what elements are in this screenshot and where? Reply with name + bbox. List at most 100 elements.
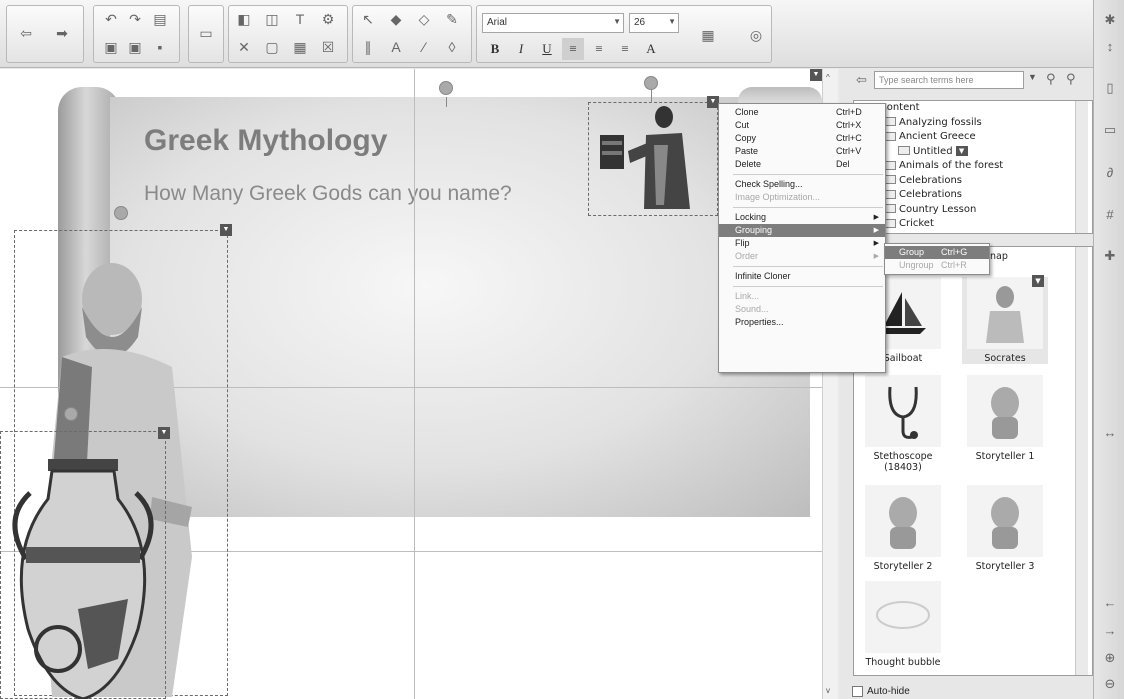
undo-icon[interactable]: ↶ <box>100 8 122 30</box>
screen-icon[interactable]: ▢ <box>261 36 283 58</box>
search-input[interactable]: Type search terms here <box>874 71 1024 89</box>
library-scrollbar[interactable] <box>1075 247 1088 675</box>
page-title[interactable]: Greek Mythology <box>144 124 387 158</box>
menu-item-check-spelling[interactable]: Check Spelling... <box>719 178 885 191</box>
settings-icon[interactable]: ✱ <box>1098 8 1122 32</box>
new-page-icon[interactable]: ▣ <box>100 36 122 58</box>
menu-item-infinite-cloner[interactable]: Infinite Cloner <box>719 270 885 283</box>
font-select[interactable]: Arial ▼ <box>482 13 624 33</box>
chevron-down-icon[interactable]: ▼ <box>955 145 968 156</box>
chevron-up-icon[interactable]: ^ <box>826 73 830 82</box>
menu-item-flip[interactable]: Flip ▶ <box>719 237 885 250</box>
flipchart-canvas[interactable]: Greek Mythology How Many Greek Gods can … <box>0 69 822 699</box>
tree-item[interactable]: Analyzing fossils <box>854 116 1092 131</box>
tree-scrollbar[interactable] <box>1075 101 1088 233</box>
object-menu-icon[interactable]: ▼ <box>1032 275 1044 287</box>
redo-icon[interactable]: ↷ <box>124 8 146 30</box>
tree-item[interactable]: Celebrations <box>854 188 1092 203</box>
italic-button[interactable]: I <box>510 38 532 60</box>
autohide-checkbox[interactable] <box>852 686 863 697</box>
line-icon[interactable]: ∕ <box>413 36 435 58</box>
align-center-button[interactable]: ≡ <box>588 38 610 60</box>
menu-item-copy[interactable]: Copy Ctrl+C <box>719 132 885 145</box>
rotate-handle[interactable] <box>439 81 453 95</box>
select-arrow-icon[interactable]: ↖ <box>357 8 379 30</box>
pen-icon[interactable]: ✎ <box>441 8 463 30</box>
page-icon[interactable]: ◧ <box>233 8 255 30</box>
menu-item-grouping[interactable]: Grouping ▶ <box>719 224 885 237</box>
library-item-socrates[interactable]: Socrates ▼ <box>962 275 1048 364</box>
text-tool-icon[interactable]: T <box>289 8 311 30</box>
greek-vase-image[interactable] <box>8 459 158 699</box>
bold-button[interactable]: B <box>484 38 506 60</box>
font-size-select[interactable]: 26 ▼ <box>629 13 679 33</box>
fill-icon[interactable]: ◆ <box>385 8 407 30</box>
advanced-search-icon[interactable]: ⚲ <box>1066 71 1076 87</box>
save-icon[interactable]: ▪ <box>149 36 171 58</box>
menu-item-locking[interactable]: Locking ▶ <box>719 211 885 224</box>
forward-arrow-icon[interactable]: ➡ <box>51 22 73 44</box>
text-size-button[interactable]: A <box>640 38 662 60</box>
gallery-icon[interactable]: ▭ <box>1098 118 1122 142</box>
autohide-option[interactable]: Auto-hide <box>852 686 910 697</box>
menu-item-delete[interactable]: Delete Del <box>719 158 885 171</box>
resize-vertical-icon[interactable]: ↕ <box>1098 34 1122 58</box>
prev-page-icon[interactable]: ← <box>1098 590 1122 614</box>
search-icon[interactable]: ⚲ <box>1046 71 1056 87</box>
page-subtitle[interactable]: How Many Greek Gods can you name? <box>144 182 512 206</box>
underline-button[interactable]: U <box>536 38 558 60</box>
menu-item-clone[interactable]: Clone Ctrl+D <box>719 106 885 119</box>
magic-icon[interactable]: ⚙ <box>317 8 339 30</box>
tree-item[interactable]: Animals of the forest <box>854 159 1092 174</box>
remove-page-icon[interactable]: ⊖ <box>1098 672 1122 696</box>
link-icon[interactable]: ∂ <box>1098 160 1122 184</box>
tree-item[interactable]: Cricket <box>854 217 1092 232</box>
rotate-handle[interactable] <box>644 76 658 90</box>
library-item-storyteller-3[interactable]: Storyteller 3 <box>962 485 1048 572</box>
align-right-button[interactable]: ≡ <box>614 38 636 60</box>
properties-icon[interactable]: ◎ <box>745 24 767 46</box>
expand-icon[interactable]: ↔ <box>1098 420 1122 444</box>
tree-item[interactable]: My Content <box>854 101 1092 116</box>
close-box-icon[interactable]: ☒ <box>317 36 339 58</box>
tree-item[interactable]: Country Lesson <box>854 203 1092 218</box>
delete-icon[interactable]: ✕ <box>233 36 255 58</box>
eraser-icon[interactable]: ◇ <box>413 8 435 30</box>
add-page-icon[interactable]: ⊕ <box>1098 646 1122 670</box>
marker-icon[interactable]: ∥ <box>357 36 379 58</box>
library-item-stethoscope[interactable]: Stethoscope (18403) <box>860 375 946 473</box>
color-grid-icon[interactable]: ▦ <box>697 24 719 46</box>
menu-item-cut[interactable]: Cut Ctrl+X <box>719 119 885 132</box>
puzzle-icon[interactable]: ✚ <box>1098 244 1122 268</box>
media-icon[interactable]: ◫ <box>261 8 283 30</box>
table-icon[interactable]: ▦ <box>289 36 311 58</box>
chevron-down-icon[interactable]: v <box>826 686 830 695</box>
shape-eraser-icon[interactable]: ◊ <box>441 36 463 58</box>
back-icon[interactable]: ⇦ <box>856 72 867 88</box>
page-sorter-icon[interactable]: ▯ <box>1098 76 1122 100</box>
library-item-thought-bubble[interactable]: Thought bubble <box>860 581 946 668</box>
object-menu-icon[interactable]: ▼ <box>810 69 822 81</box>
tree-item[interactable]: Untitled ▼ <box>854 145 1092 160</box>
chevron-down-icon[interactable]: ▼ <box>1028 72 1037 82</box>
object-menu-icon[interactable]: ▼ <box>158 427 170 439</box>
library-item-storyteller-1[interactable]: Storyteller 1 <box>962 375 1048 462</box>
copy-page-icon[interactable]: ▣ <box>124 36 146 58</box>
library-item-storyteller-2[interactable]: Storyteller 2 <box>860 485 946 572</box>
resources-icon[interactable]: # <box>1098 202 1122 226</box>
print-icon[interactable]: ▤ <box>149 8 171 30</box>
rotate-handle[interactable] <box>114 206 128 220</box>
display-icon[interactable]: ▭ <box>195 22 217 44</box>
greek-figure-image[interactable] <box>594 105 712 213</box>
align-left-button[interactable]: ≡ <box>562 38 584 60</box>
text-icon[interactable]: A <box>385 36 407 58</box>
back-arrow-icon[interactable]: ⇦ <box>15 22 37 44</box>
next-page-icon[interactable]: → <box>1098 618 1122 642</box>
menu-item-properties[interactable]: Properties... <box>719 316 885 329</box>
rotate-handle[interactable] <box>64 407 78 421</box>
tree-item[interactable]: Ancient Greece <box>854 130 1092 145</box>
tree-item[interactable]: Celebrations <box>854 174 1092 189</box>
object-menu-icon[interactable]: ▼ <box>220 224 232 236</box>
menu-item-paste[interactable]: Paste Ctrl+V <box>719 145 885 158</box>
submenu-item-group[interactable]: Group Ctrl+G <box>885 246 989 259</box>
